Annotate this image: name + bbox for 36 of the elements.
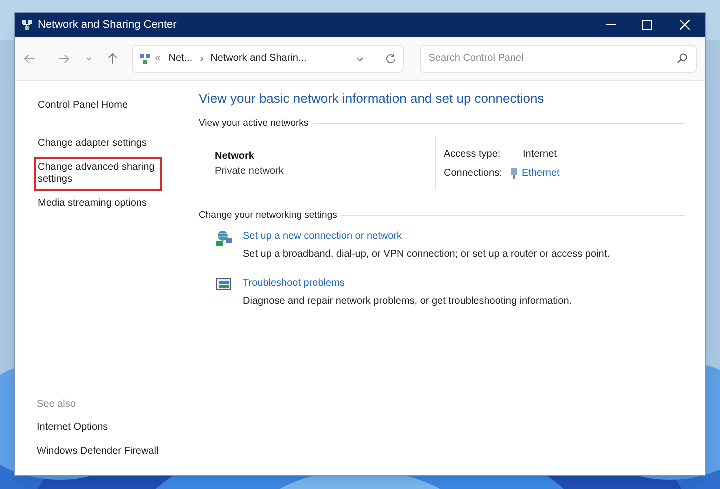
page-heading: View your basic network information and set up connections	[199, 90, 546, 108]
task-link[interactable]: Set up a new connection or network	[243, 229, 610, 244]
network-icon	[139, 52, 152, 64]
breadcrumb-item[interactable]: Network and Sharin...	[210, 51, 307, 66]
sidebar-link[interactable]: Change adapter settings	[34, 133, 162, 155]
sidebar-link[interactable]: Control Panel Home	[34, 95, 162, 117]
breadcrumb-item[interactable]: Net...	[168, 51, 193, 66]
section-label: Change your networking settings	[199, 208, 338, 223]
sidebar-link[interactable]: Change advanced sharing settings	[34, 157, 162, 191]
sidebar-link[interactable]: Media streaming options	[34, 193, 162, 215]
sidebar-link[interactable]: Windows Defender Firewall	[37, 444, 199, 459]
globe-with-monitor-icon	[215, 229, 233, 247]
ethernet-link[interactable]: Ethernet	[522, 166, 560, 181]
search-field[interactable]: Search Control Panel	[420, 44, 697, 72]
maximize-icon	[642, 20, 652, 30]
breadcrumb-overflow[interactable]: «	[155, 51, 161, 66]
access-type-label: Access type:	[444, 148, 502, 162]
sidebar-link[interactable]: Internet Options	[37, 420, 199, 435]
task-description: Diagnose and repair network problems, or get troubleshooting information.	[243, 295, 572, 309]
connections-label: Connections:	[444, 166, 504, 181]
section-label: View your active networks	[199, 116, 310, 130]
access-type-value: Internet	[522, 148, 558, 162]
ethernet-icon	[510, 168, 518, 179]
network-type: Private network	[215, 164, 285, 179]
network-name: Network	[215, 150, 256, 164]
close-icon	[680, 20, 690, 30]
refresh-icon[interactable]	[384, 52, 397, 64]
window-title: Network and Sharing Center	[38, 18, 177, 33]
caret-icon[interactable]	[84, 54, 92, 62]
section-heading: See also	[37, 398, 77, 412]
search-icon	[677, 52, 688, 64]
chevron-icon	[198, 54, 205, 62]
address-bar[interactable]: « Net... Network and Sharin...	[132, 44, 404, 72]
task-link[interactable]: Troubleshoot problems	[243, 276, 572, 291]
task-description: Set up a broadband, dial-up, or VPN connection; or set up a router or access point.	[243, 248, 610, 262]
network-icon	[21, 19, 33, 31]
